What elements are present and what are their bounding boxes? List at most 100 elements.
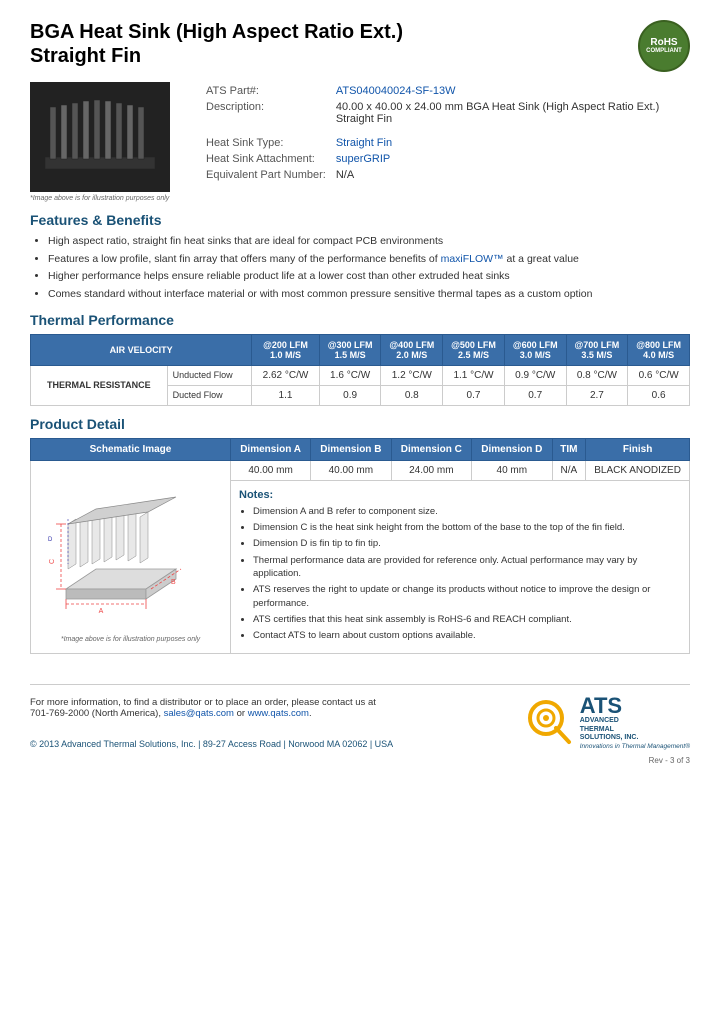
ats-full-name: ADVANCEDTHERMALSOLUTIONS, INC. bbox=[580, 717, 690, 742]
thermal-header-400: @400 LFM2.0 M/S bbox=[381, 334, 443, 365]
ats-brand-name: ATS bbox=[580, 695, 690, 717]
ducted-val-3: 0.7 bbox=[443, 385, 505, 405]
attachment-value: superGRIP bbox=[332, 152, 688, 166]
ducted-val-0: 1.1 bbox=[252, 385, 320, 405]
svg-text:B: B bbox=[171, 579, 176, 586]
product-image-caption: *Image above is for illustration purpose… bbox=[30, 195, 180, 202]
thermal-title: Thermal Performance bbox=[30, 312, 690, 328]
thermal-header-200: @200 LFM1.0 M/S bbox=[252, 334, 320, 365]
unducted-val-0: 2.62 °C/W bbox=[252, 365, 320, 385]
heat-sink-type-label: Heat Sink Type: bbox=[202, 136, 330, 150]
maxiflow-link[interactable]: maxiFLOW™ bbox=[441, 253, 504, 265]
detail-dim-d-header: Dimension D bbox=[472, 438, 552, 460]
heat-sink-type-link[interactable]: Straight Fin bbox=[336, 137, 392, 149]
page-number: Rev - 3 of 3 bbox=[30, 756, 690, 765]
ducted-val-4: 0.7 bbox=[504, 385, 566, 405]
features-list: High aspect ratio, straight fin heat sin… bbox=[48, 234, 690, 302]
detail-tim-val: N/A bbox=[552, 460, 586, 480]
detail-dim-d-val: 40 mm bbox=[472, 460, 552, 480]
svg-text:A: A bbox=[98, 608, 103, 615]
part-number-label: ATS Part#: bbox=[202, 84, 330, 98]
unducted-val-5: 0.8 °C/W bbox=[566, 365, 628, 385]
svg-text:C: C bbox=[49, 559, 56, 564]
specs-table: ATS Part#: ATS040040024-SF-13W Descripti… bbox=[200, 82, 690, 184]
detail-tim-header: TIM bbox=[552, 438, 586, 460]
detail-dim-b-val: 40.00 mm bbox=[311, 460, 391, 480]
title-block: BGA Heat Sink (High Aspect Ratio Ext.) S… bbox=[30, 20, 403, 68]
features-title: Features & Benefits bbox=[30, 212, 690, 228]
notes-list: Dimension A and B refer to component siz… bbox=[253, 505, 681, 643]
thermal-header-800: @800 LFM4.0 M/S bbox=[628, 334, 690, 365]
thermal-header-300: @300 LFM1.5 M/S bbox=[319, 334, 381, 365]
detail-dim-c-header: Dimension C bbox=[391, 438, 471, 460]
note-item-3: Dimension D is fin tip to fin tip. bbox=[253, 537, 681, 550]
note-item-4: Thermal performance data are provided fo… bbox=[253, 554, 681, 581]
note-item-1: Dimension A and B refer to component siz… bbox=[253, 505, 681, 518]
detail-finish-header: Finish bbox=[586, 438, 690, 460]
thermal-header-700: @700 LFM3.5 M/S bbox=[566, 334, 628, 365]
page-title: BGA Heat Sink (High Aspect Ratio Ext.) S… bbox=[30, 20, 403, 68]
feature-item-4: Comes standard without interface materia… bbox=[48, 287, 690, 302]
product-detail-title: Product Detail bbox=[30, 416, 690, 432]
rohs-badge: RoHS COMPLIANT bbox=[638, 20, 690, 72]
feature-item-3: Higher performance helps ensure reliable… bbox=[48, 269, 690, 284]
unducted-val-3: 1.1 °C/W bbox=[443, 365, 505, 385]
detail-image-cell: C A B D *Image above is for illu bbox=[31, 460, 231, 654]
footer-copyright: © 2013 Advanced Thermal Solutions, Inc. … bbox=[30, 739, 393, 749]
footer-website[interactable]: www.qats.com bbox=[248, 708, 309, 719]
note-item-6: ATS certifies that this heat sink assemb… bbox=[253, 613, 681, 626]
footer-section: For more information, to find a distribu… bbox=[30, 684, 690, 749]
footer-contact-block: For more information, to find a distribu… bbox=[30, 697, 393, 749]
unducted-val-1: 1.6 °C/W bbox=[319, 365, 381, 385]
unducted-val-6: 0.6 °C/W bbox=[628, 365, 690, 385]
detail-schematic-header: Schematic Image bbox=[31, 438, 231, 460]
thermal-table: AIR VELOCITY @200 LFM1.0 M/S @300 LFM1.5… bbox=[30, 334, 690, 406]
detail-dim-a-header: Dimension A bbox=[231, 438, 311, 460]
unducted-label: Unducted Flow bbox=[167, 365, 252, 385]
detail-table: Schematic Image Dimension A Dimension B … bbox=[30, 438, 690, 655]
detail-dim-b-header: Dimension B bbox=[311, 438, 391, 460]
notes-cell: Notes: Dimension A and B refer to compon… bbox=[231, 480, 690, 654]
detail-image-caption: *Image above is for illustration purpose… bbox=[39, 636, 222, 643]
unducted-val-4: 0.9 °C/W bbox=[504, 365, 566, 385]
product-info-section: *Image above is for illustration purpose… bbox=[30, 82, 690, 202]
thermal-resistance-label: THERMAL RESISTANCE bbox=[31, 365, 168, 405]
notes-title: Notes: bbox=[239, 489, 681, 501]
ducted-val-1: 0.9 bbox=[319, 385, 381, 405]
note-item-2: Dimension C is the heat sink height from… bbox=[253, 521, 681, 534]
note-item-7: Contact ATS to learn about custom option… bbox=[253, 629, 681, 642]
equiv-part-label: Equivalent Part Number: bbox=[202, 168, 330, 182]
product-image-block: *Image above is for illustration purpose… bbox=[30, 82, 180, 202]
feature-item-2: Features a low profile, slant fin array … bbox=[48, 252, 690, 267]
attachment-link[interactable]: superGRIP bbox=[336, 153, 390, 165]
heat-sink-type-value: Straight Fin bbox=[332, 136, 688, 150]
feature-item-1: High aspect ratio, straight fin heat sin… bbox=[48, 234, 690, 249]
unducted-val-2: 1.2 °C/W bbox=[381, 365, 443, 385]
product-image bbox=[30, 82, 170, 192]
ats-logo: ATS ADVANCEDTHERMALSOLUTIONS, INC. Innov… bbox=[524, 695, 690, 749]
description-label: Description: bbox=[202, 100, 330, 126]
detail-dim-c-val: 24.00 mm bbox=[391, 460, 471, 480]
ducted-val-2: 0.8 bbox=[381, 385, 443, 405]
part-number-value: ATS040040024-SF-13W bbox=[332, 84, 688, 98]
ats-tagline: Innovations in Thermal Management® bbox=[580, 743, 690, 750]
description-value: 40.00 x 40.00 x 24.00 mm BGA Heat Sink (… bbox=[332, 100, 688, 126]
part-number-link[interactable]: ATS040040024-SF-13W bbox=[336, 85, 456, 97]
detail-finish-val: BLACK ANODIZED bbox=[586, 460, 690, 480]
detail-dim-a-val: 40.00 mm bbox=[231, 460, 311, 480]
footer-email[interactable]: sales@qats.com bbox=[164, 708, 234, 719]
thermal-header-velocity: AIR VELOCITY bbox=[31, 334, 252, 365]
ducted-val-5: 2.7 bbox=[566, 385, 628, 405]
svg-text:D: D bbox=[48, 537, 53, 543]
thermal-header-500: @500 LFM2.5 M/S bbox=[443, 334, 505, 365]
ducted-val-6: 0.6 bbox=[628, 385, 690, 405]
footer: For more information, to find a distribu… bbox=[30, 684, 690, 764]
note-item-5: ATS reserves the right to update or chan… bbox=[253, 583, 681, 610]
equiv-part-value: N/A bbox=[332, 168, 688, 182]
footer-contact-text: For more information, to find a distribu… bbox=[30, 697, 393, 719]
product-specs: ATS Part#: ATS040040024-SF-13W Descripti… bbox=[200, 82, 690, 202]
thermal-header-600: @600 LFM3.0 M/S bbox=[504, 334, 566, 365]
attachment-label: Heat Sink Attachment: bbox=[202, 152, 330, 166]
page-header: BGA Heat Sink (High Aspect Ratio Ext.) S… bbox=[30, 20, 690, 72]
ats-logo-text: ATS ADVANCEDTHERMALSOLUTIONS, INC. Innov… bbox=[580, 695, 690, 749]
